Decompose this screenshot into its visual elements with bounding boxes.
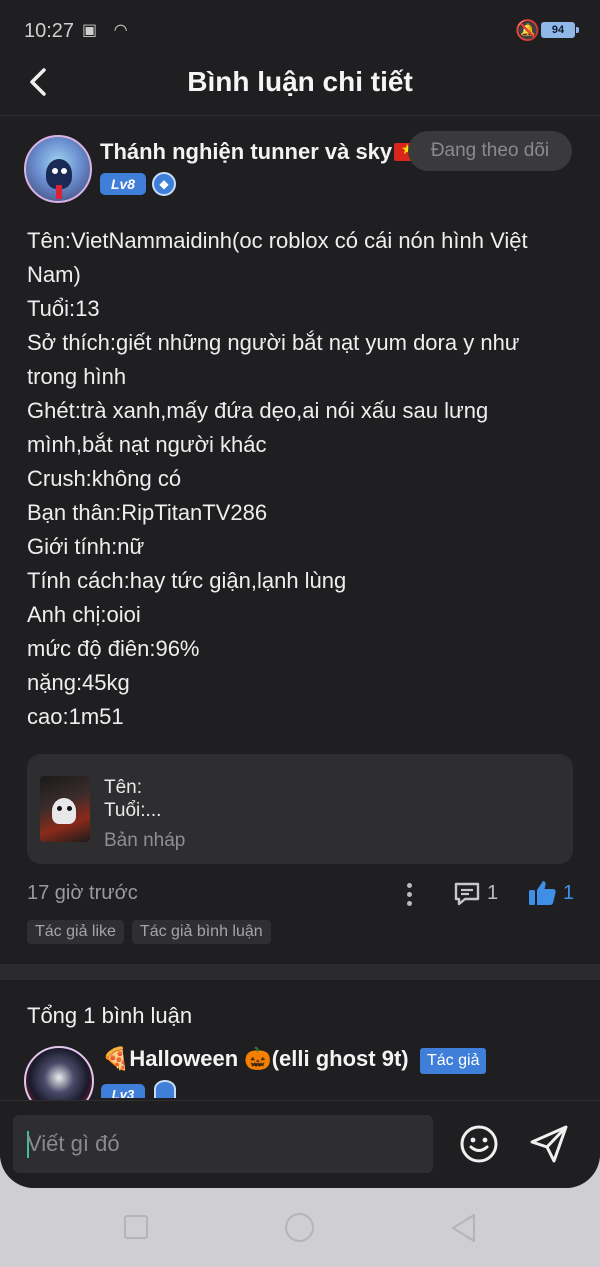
content-line: Ghét:trà xanh,mấy đứa dẹo,ai nói xấu sau… [27, 398, 489, 423]
author-badge: Tác giả [420, 1048, 487, 1074]
post-content: Tên:VietNammaidinh(oc roblox có cái nón … [27, 224, 575, 734]
content-line: Bạn thân:RipTitanTV286 [27, 500, 268, 525]
content-line: nặng:45kg [27, 670, 130, 695]
follow-button[interactable]: Đang theo dõi [408, 131, 572, 171]
system-nav-bar [0, 1188, 600, 1267]
post-author: Thánh nghiện tunner và sky Lv8 ◆ Đang th… [24, 131, 584, 205]
comment-input-box[interactable] [13, 1115, 433, 1173]
send-icon[interactable] [528, 1123, 572, 1165]
content-line: Tuổi:13 [27, 296, 100, 321]
tag-author-like: Tác giả like [27, 920, 124, 944]
draft-thumbnail [40, 776, 90, 842]
comment-total: Tổng 1 bình luận [27, 1003, 193, 1028]
emoji-icon[interactable] [458, 1123, 500, 1165]
thumbs-up-icon[interactable] [527, 878, 557, 908]
battery-icon: 94 [541, 22, 575, 38]
thumbnail-ghost [52, 798, 76, 824]
draft-card[interactable]: Tên: Tuổi:... Bản nháp [27, 754, 573, 864]
post-meta: 17 giờ trước 1 1 [27, 876, 577, 912]
status-time: 10:27 [24, 20, 75, 42]
draft-preview: Tên: Tuổi:... [104, 776, 161, 822]
commenter-name[interactable]: 🍕Halloween 🎃(elli ghost 9t) [102, 1046, 409, 1072]
avatar-eye [52, 168, 58, 174]
commenter-avatar[interactable] [24, 1046, 94, 1106]
tag-author-comment: Tác giả bình luận [131, 920, 271, 944]
content-line: Tên:VietNammaidinh(oc roblox có cái nón … [27, 228, 528, 253]
content-line: trong hình [27, 364, 127, 389]
mute-icon: 🔕 [515, 20, 540, 42]
author-name: Thánh nghiện tunner và sky [100, 139, 393, 164]
avatar-eye [61, 168, 67, 174]
shield-icon: ◆ [152, 172, 176, 196]
avatar-tie [56, 185, 62, 199]
recents-button[interactable] [124, 1215, 148, 1239]
home-button[interactable] [285, 1213, 314, 1242]
content-line: Nam) [27, 262, 81, 287]
level-badge: Lv8 [100, 173, 146, 195]
content-line: cao:1m51 [27, 704, 124, 729]
comment-input[interactable] [27, 1115, 422, 1173]
commenter-shield-icon [154, 1080, 176, 1098]
battery-tip [576, 27, 579, 33]
content-line: Anh chị:oioi [27, 602, 141, 627]
status-notification-icons: ▣ ◠ [82, 22, 134, 39]
section-divider [0, 964, 600, 980]
author-avatar[interactable] [24, 135, 92, 203]
comment-icon[interactable] [453, 880, 481, 908]
app-screen: 10:27 ▣ ◠ 🔕 94 Bình luận chi tiết Thánh … [0, 0, 600, 1188]
commenter-level-badge: Lv3 [101, 1084, 145, 1098]
page-title: Bình luận chi tiết [187, 66, 413, 97]
draft-line: Tên: [104, 777, 143, 798]
content-line: Giới tính:nữ [27, 534, 145, 559]
back-nav-icon[interactable] [450, 1212, 478, 1244]
commenter-avatar-image [24, 1046, 94, 1106]
thumbnail-eye [67, 806, 72, 811]
content-line: Sở thích:giết những người bắt nạt yum do… [27, 330, 520, 355]
comment-input-bar [0, 1100, 600, 1188]
more-vertical-icon[interactable] [401, 880, 417, 908]
status-bar: 10:27 ▣ ◠ 🔕 94 [0, 0, 600, 60]
comment-count: 1 [487, 882, 499, 904]
content-line: mức độ điên:96% [27, 636, 200, 661]
author-tags: Tác giả like Tác giả bình luận [27, 920, 279, 944]
post-time: 17 giờ trước [27, 882, 138, 904]
thumbnail-eye [57, 806, 62, 811]
content-line: Crush:không có [27, 466, 182, 491]
top-bar: Bình luận chi tiết [0, 60, 600, 116]
draft-line: Tuổi:... [104, 800, 162, 821]
author-name-row[interactable]: Thánh nghiện tunner và sky [100, 139, 421, 165]
draft-label: Bản nháp [104, 830, 186, 851]
like-count: 1 [563, 882, 575, 904]
content-line: Tính cách:hay tức giận,lạnh lùng [27, 568, 347, 593]
content-line: mình,bắt nạt người khác [27, 432, 267, 457]
